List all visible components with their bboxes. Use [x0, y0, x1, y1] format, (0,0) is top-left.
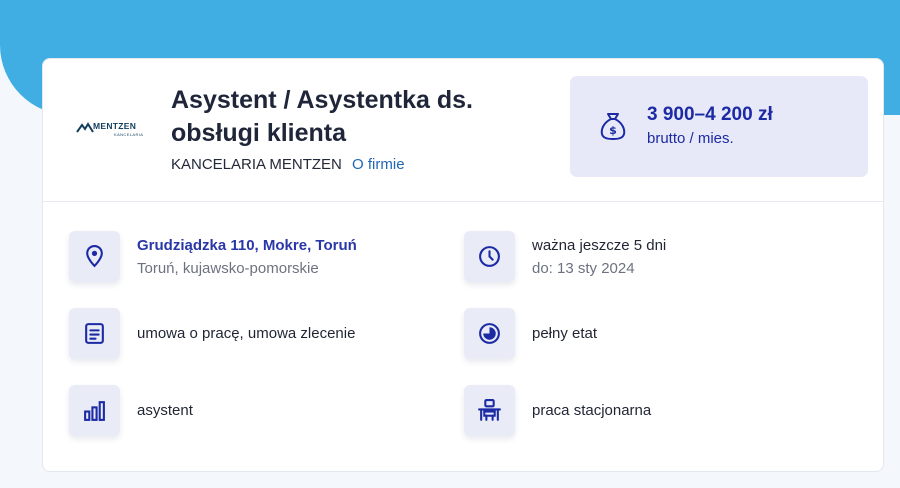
company-logo[interactable]: MENTZEN KANCELARIA — [76, 119, 148, 141]
detail-mode: praca stacjonarna — [464, 385, 844, 437]
mode-text: praca stacjonarna — [532, 402, 652, 419]
level-icon-box — [69, 385, 120, 436]
detail-validity: ważna jeszcze 5 dni do: 13 sty 2024 — [464, 231, 844, 283]
salary-period: brutto / mies. — [647, 130, 734, 147]
svg-text:$: $ — [609, 124, 617, 137]
about-company-link[interactable]: O firmie — [352, 156, 405, 173]
logo-subtitle: KANCELARIA — [114, 132, 144, 137]
contract-type: umowa o pracę, umowa zlecenie — [137, 325, 356, 342]
company-line: KANCELARIA MENTZEN O firmie — [171, 156, 405, 173]
validity-icon-box — [464, 231, 515, 282]
bar-chart-icon — [84, 401, 105, 421]
detail-worktime: pełny etat — [464, 308, 844, 360]
location-region: Toruń, kujawsko-pomorskie — [137, 260, 319, 277]
level-text: asystent — [137, 402, 193, 419]
logo-word: MENTZEN — [93, 121, 137, 131]
mode-icon-box — [464, 385, 515, 436]
location-icon-box — [69, 231, 120, 282]
validity-until: do: 13 sty 2024 — [532, 260, 635, 277]
location-pin-icon — [86, 245, 103, 268]
worktime-text: pełny etat — [532, 325, 598, 342]
detail-location: Grudziądzka 110, Mokre, Toruń Toruń, kuj… — [69, 231, 449, 283]
mountain-logo-icon — [76, 122, 94, 133]
money-bag-icon: $ — [600, 113, 626, 140]
worktime-icon-box — [464, 308, 515, 359]
detail-contract: umowa o pracę, umowa zlecenie — [69, 308, 449, 360]
offer-details: Grudziądzka 110, Mokre, Toruń Toruń, kuj… — [43, 202, 883, 472]
validity-remaining: ważna jeszcze 5 dni — [532, 237, 667, 254]
company-name: KANCELARIA MENTZEN — [171, 156, 342, 173]
job-offer-card: MENTZEN KANCELARIA Asystent / Asystentka… — [42, 58, 884, 472]
desk-icon — [478, 399, 501, 421]
offer-header: MENTZEN KANCELARIA Asystent / Asystentka… — [43, 59, 883, 201]
salary-box: $ 3 900–4 200 zł brutto / mies. — [570, 76, 868, 177]
location-address[interactable]: Grudziądzka 110, Mokre, Toruń — [137, 237, 357, 254]
document-icon — [85, 323, 104, 344]
contract-icon-box — [69, 308, 120, 359]
salary-amount: 3 900–4 200 zł — [647, 104, 773, 125]
detail-level: asystent — [69, 385, 449, 437]
pie-chart-icon — [479, 323, 500, 344]
job-title: Asystent / Asystentka ds. obsługi klient… — [171, 86, 473, 147]
clock-icon — [479, 246, 500, 267]
